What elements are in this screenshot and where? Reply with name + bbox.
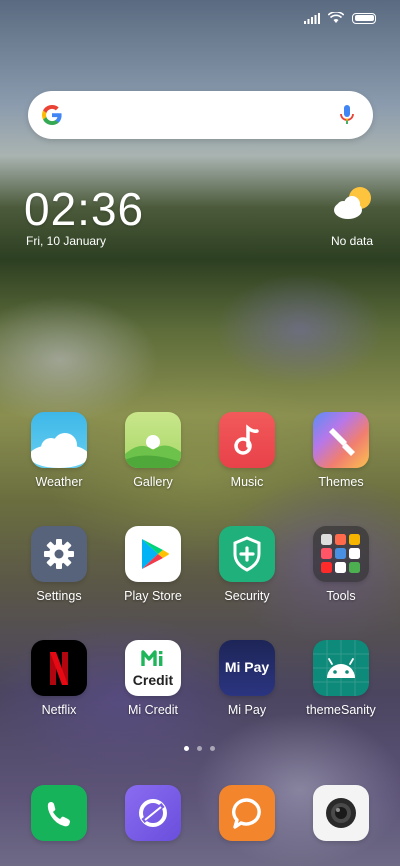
weather-icon: [31, 412, 87, 468]
app-mi-pay[interactable]: Mi Pay Mi Pay: [200, 640, 294, 717]
app-label: Tools: [326, 589, 356, 603]
clock-time[interactable]: 02:36: [24, 182, 144, 236]
app-label: Gallery: [133, 475, 173, 489]
android-icon: [313, 640, 369, 696]
messaging-icon[interactable]: [219, 785, 275, 841]
weather-status[interactable]: No data: [331, 234, 373, 248]
music-icon: [219, 412, 275, 468]
app-label: Weather: [35, 475, 83, 489]
mi-pay-icon-text: Mi Pay: [224, 659, 270, 675]
app-themes[interactable]: Themes: [294, 412, 388, 489]
gallery-icon: [125, 412, 181, 468]
camera-icon[interactable]: [313, 785, 369, 841]
app-netflix[interactable]: Netflix: [12, 640, 106, 717]
app-mi-credit[interactable]: Credit Mi Credit: [106, 640, 200, 717]
app-play-store[interactable]: Play Store: [106, 526, 200, 603]
app-tools[interactable]: Tools: [294, 526, 388, 603]
clock-date[interactable]: Fri, 10 January: [26, 234, 106, 248]
mi-credit-icon-text: Credit: [132, 672, 174, 688]
mic-icon[interactable]: [339, 103, 355, 127]
app-music[interactable]: Music: [200, 412, 294, 489]
themes-icon: [313, 412, 369, 468]
page-indicator: [184, 746, 215, 751]
app-label: Play Store: [124, 589, 182, 603]
app-security[interactable]: Security: [200, 526, 294, 603]
app-label: Music: [230, 475, 264, 489]
app-label: Netflix: [41, 703, 77, 717]
battery-icon: [352, 12, 376, 24]
phone-icon[interactable]: [31, 785, 87, 841]
play-store-icon: [125, 526, 181, 582]
security-icon: [219, 526, 275, 582]
app-label: themeSanity: [306, 703, 376, 717]
wifi-icon: [328, 12, 344, 23]
browser-icon[interactable]: [125, 785, 181, 841]
page-dot: [197, 746, 202, 751]
app-label: Mi Pay: [227, 703, 267, 717]
app-label: Security: [224, 589, 270, 603]
app-weather[interactable]: Weather: [12, 412, 106, 489]
status-bar: [0, 0, 400, 36]
mi-pay-icon: Mi Pay: [219, 640, 275, 696]
app-label: Mi Credit: [127, 703, 178, 717]
google-g-icon: [42, 105, 62, 125]
page-dot-active: [184, 746, 189, 751]
partly-cloudy-icon[interactable]: [332, 184, 376, 224]
mi-credit-icon: Credit: [125, 640, 181, 696]
signal-icon: [304, 12, 320, 24]
app-label: Settings: [36, 589, 82, 603]
netflix-icon: [31, 640, 87, 696]
app-label: Themes: [318, 475, 364, 489]
google-search-bar[interactable]: [28, 91, 373, 139]
tools-folder-icon: [313, 526, 369, 582]
app-settings[interactable]: Settings: [12, 526, 106, 603]
settings-icon: [31, 526, 87, 582]
app-gallery[interactable]: Gallery: [106, 412, 200, 489]
page-dot: [210, 746, 215, 751]
app-themesanity[interactable]: themeSanity: [294, 640, 388, 717]
